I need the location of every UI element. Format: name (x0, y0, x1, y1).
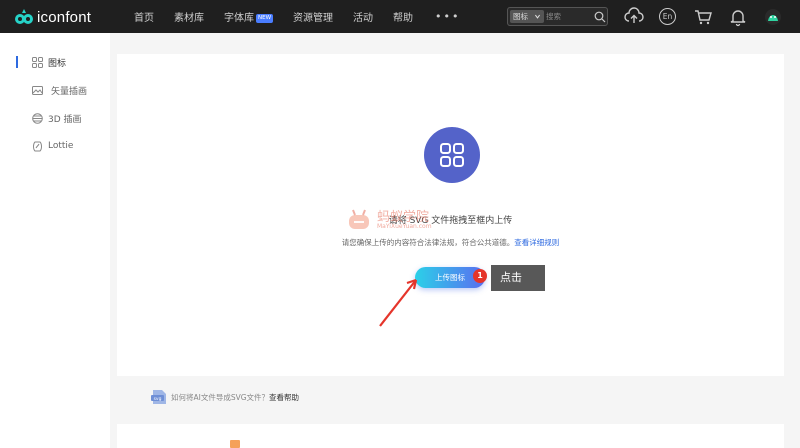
sidebar-item-3d-illustration[interactable]: 3D 插画 (0, 108, 110, 128)
legal-text: 请您确保上传的内容符合法律法规，符合公共道德。 (341, 238, 515, 247)
sidebar-item-label: 图标 (48, 58, 67, 69)
nav-item-resources[interactable]: 资源管理 (293, 9, 333, 24)
help-link[interactable]: 查看帮助 (269, 392, 299, 403)
iconfont-logo[interactable]: iconfont (14, 7, 91, 27)
nav-item-help[interactable]: 帮助 (393, 9, 413, 24)
logo-text: iconfont (37, 8, 92, 26)
sidebar-item-vector-illustration[interactable]: 矢量插画 (0, 80, 110, 100)
search-input[interactable] (546, 9, 592, 24)
nav-item-home[interactable]: 首页 (134, 9, 154, 24)
legal-notice: 请您确保上传的内容符合法律法规，符合公共道德。查看详细规则 (117, 237, 784, 248)
sidebar-item-label: Lottie (48, 141, 74, 151)
sidebar-item-label: 3D 插画 (48, 114, 82, 125)
sidebar-item-label: 矢量插画 (51, 86, 88, 97)
more-menu-icon[interactable]: ••• (435, 10, 460, 23)
help-row: svg 如何将AI文件导成SVG文件？ 查看帮助 (150, 388, 299, 406)
active-indicator (16, 56, 18, 68)
click-callout: 点击 (491, 265, 545, 291)
image-icon (32, 85, 43, 95)
avatar[interactable] (763, 7, 783, 27)
svg-file-icon: svg (151, 390, 166, 404)
step-number-badge: 1 (473, 269, 487, 283)
new-badge: NEW (256, 14, 274, 23)
grid-icon (32, 56, 43, 68)
annotation-arrow (379, 278, 418, 327)
main-nav: 首页 素材库 字体库 NEW 资源管理 活动 帮助 ••• (134, 0, 461, 33)
svg-text:svg: svg (154, 397, 162, 402)
3d-icon (32, 112, 43, 124)
upload-drop-zone[interactable]: 请将 SVG 文件拖拽至框内上传 请您确保上传的内容符合法律法规，符合公共道德。… (117, 54, 784, 376)
bell-icon[interactable] (728, 7, 748, 27)
logo-icon (15, 9, 33, 24)
upload-cloud-icon[interactable] (624, 7, 644, 27)
search-type-select[interactable]: 图标 (510, 10, 544, 23)
help-text: 如何将AI文件导成SVG文件？ (171, 392, 270, 402)
search-type-label: 图标 (513, 12, 528, 21)
sidebar-item-lottie[interactable]: Lottie (0, 136, 110, 156)
sidebar-item-icons[interactable]: 图标 (0, 52, 110, 72)
rules-link[interactable]: 查看详细规则 (514, 238, 559, 247)
nav-item-material[interactable]: 素材库 (174, 9, 204, 24)
nav-item-fonts[interactable]: 字体库 NEW (224, 9, 274, 24)
cart-icon[interactable] (693, 7, 713, 27)
card-accent-mark (230, 440, 240, 448)
search-icon[interactable] (594, 11, 606, 23)
nav-item-fonts-label: 字体库 (224, 13, 254, 24)
language-en-icon[interactable]: En (659, 8, 676, 25)
sidebar: 图标 矢量插画 3D 插画 Lottie (0, 33, 110, 448)
secondary-card (117, 424, 784, 448)
top-navigation-bar: iconfont 首页 素材库 字体库 NEW 资源管理 活动 帮助 ••• 图标… (0, 0, 800, 33)
upload-grid-icon (424, 127, 480, 183)
search-box: 图标 (507, 7, 608, 26)
upload-hint: 请将 SVG 文件拖拽至框内上传 (388, 216, 513, 226)
nav-item-activity[interactable]: 活动 (353, 9, 373, 24)
chevron-down-icon (534, 14, 541, 19)
lottie-icon (33, 141, 42, 151)
